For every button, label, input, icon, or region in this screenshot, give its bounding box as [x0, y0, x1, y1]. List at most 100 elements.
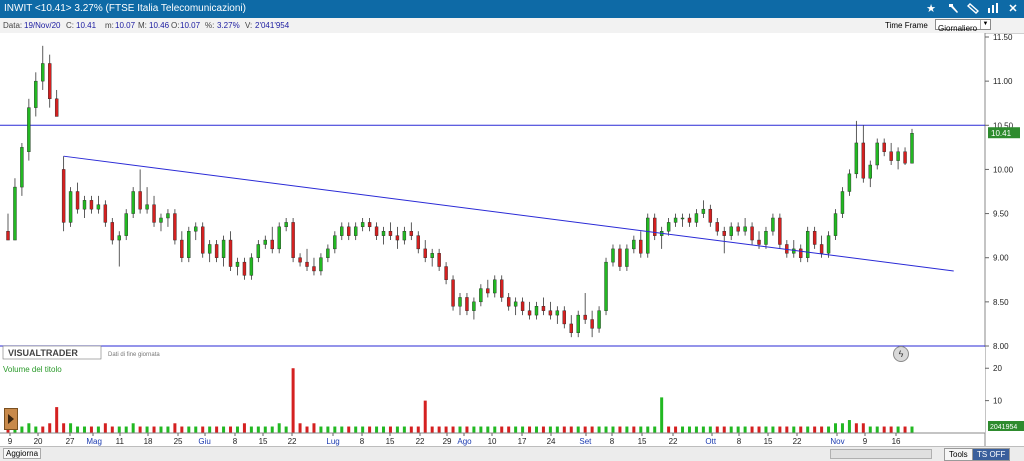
volume-bar — [708, 426, 712, 433]
candle-body — [541, 306, 546, 311]
x-tick-label: Lug — [326, 437, 339, 446]
candle-body — [646, 217, 650, 254]
volume-bar — [159, 426, 163, 433]
candle-body — [799, 248, 803, 258]
price-tick-label: 9.50 — [993, 210, 1009, 219]
candle-body — [13, 186, 17, 241]
x-tick-label: 27 — [66, 437, 75, 446]
hammer-icon[interactable] — [946, 2, 960, 16]
timeframe-select[interactable]: Giornaliero ▼ — [935, 19, 991, 33]
candle-body — [771, 217, 775, 232]
status-bar: Aggiorna Tools TS OFF — [0, 446, 1024, 461]
volume-bar — [687, 426, 691, 433]
volume-bar — [277, 423, 281, 433]
candle-body — [263, 239, 267, 245]
volume-bar — [639, 426, 643, 433]
candle-body — [534, 306, 539, 316]
candle-body — [792, 248, 796, 254]
candle-body — [812, 231, 817, 245]
candle-body — [395, 235, 400, 241]
bars-icon[interactable] — [986, 2, 1000, 16]
volume-bar — [69, 423, 73, 433]
volume-bar — [514, 426, 518, 433]
volume-bar — [409, 426, 413, 433]
candle-body — [20, 147, 24, 188]
candle-body — [569, 323, 573, 333]
volume-bar — [569, 426, 573, 433]
candle-body — [48, 63, 52, 99]
volume-tick-label: 20 — [993, 364, 1002, 373]
candle-body — [736, 226, 740, 232]
last-volume-label: 2041954 — [990, 424, 1017, 431]
aggiorna-button[interactable]: Aggiorna — [3, 448, 42, 459]
price-tick-label: 10.00 — [993, 165, 1014, 174]
x-tick-label: 18 — [144, 437, 153, 446]
volume-bar — [103, 423, 107, 433]
tools-button[interactable]: Tools — [944, 448, 973, 461]
volume-bar — [785, 426, 789, 433]
candle-body — [27, 107, 31, 152]
volume-bar — [263, 426, 267, 433]
chevron-down-icon[interactable]: ▼ — [980, 20, 990, 29]
volume-bar — [235, 426, 239, 433]
candle-body — [110, 222, 115, 241]
x-tick-label: 17 — [518, 437, 527, 446]
candle-body — [117, 235, 121, 241]
volume-label: V: — [245, 21, 253, 30]
watermark-logo: VISUALTRADER — [8, 348, 78, 358]
open-value: 10.07 — [180, 21, 201, 30]
candle-body — [381, 231, 386, 236]
volume-tick-label: 10 — [993, 397, 1002, 406]
price-chart[interactable]: 11.5011.0010.5010.009.509.008.508.0010.4… — [0, 33, 1024, 446]
volume-bar — [493, 426, 497, 433]
ruler-icon[interactable] — [966, 2, 980, 16]
volume-bar — [541, 426, 545, 433]
x-tick-label: Ott — [705, 437, 716, 446]
volume-bar — [701, 426, 705, 433]
candle-body — [868, 164, 872, 179]
volume-bar — [305, 426, 309, 433]
open-label: O: — [171, 21, 180, 30]
candle-body — [409, 231, 414, 236]
candle-body — [416, 235, 420, 250]
candle-body — [235, 261, 240, 267]
star-icon[interactable]: ★ — [924, 2, 938, 16]
candle-body — [187, 231, 191, 258]
candle-body — [618, 248, 622, 267]
volume-bar — [813, 426, 817, 433]
candle-body — [312, 266, 316, 272]
candle-body — [347, 226, 351, 236]
volume-bar — [117, 426, 121, 433]
horizontal-scrollbar[interactable] — [830, 449, 932, 459]
ts-off-button[interactable]: TS OFF — [972, 448, 1011, 461]
candle-body — [805, 231, 810, 258]
candle-body — [680, 217, 685, 220]
candle-body — [840, 191, 845, 214]
bolt-icon[interactable]: ϟ — [893, 346, 909, 362]
candle-body — [465, 297, 469, 311]
scroll-left-button[interactable] — [4, 408, 18, 430]
price-tick-label: 11.00 — [993, 77, 1013, 86]
candle-body — [882, 142, 886, 152]
candle-body — [854, 142, 859, 175]
candle-body — [458, 297, 462, 307]
candle-body — [298, 257, 302, 263]
volume-bar — [215, 426, 219, 433]
window-title: INWIT <10.41> 3.27% (FTSE Italia Telecom… — [4, 3, 246, 14]
candle-body — [201, 226, 205, 254]
candle-body — [875, 142, 879, 166]
volume-bar — [333, 426, 337, 433]
candle-body — [778, 217, 782, 245]
close-label: C: — [66, 21, 74, 30]
volume-bar — [284, 426, 288, 433]
candle-body — [221, 239, 226, 258]
volume-bar — [903, 426, 907, 433]
volume-bar — [715, 426, 719, 433]
watermark-subtitle: Dati di fine giornata — [108, 352, 160, 358]
price-tick-label: 8.00 — [993, 342, 1009, 351]
x-tick-label: 15 — [764, 437, 773, 446]
volume-bar — [34, 426, 38, 433]
x-tick-label: 22 — [793, 437, 802, 446]
volume-bar — [736, 426, 740, 433]
close-icon[interactable]: ✕ — [1006, 2, 1020, 16]
